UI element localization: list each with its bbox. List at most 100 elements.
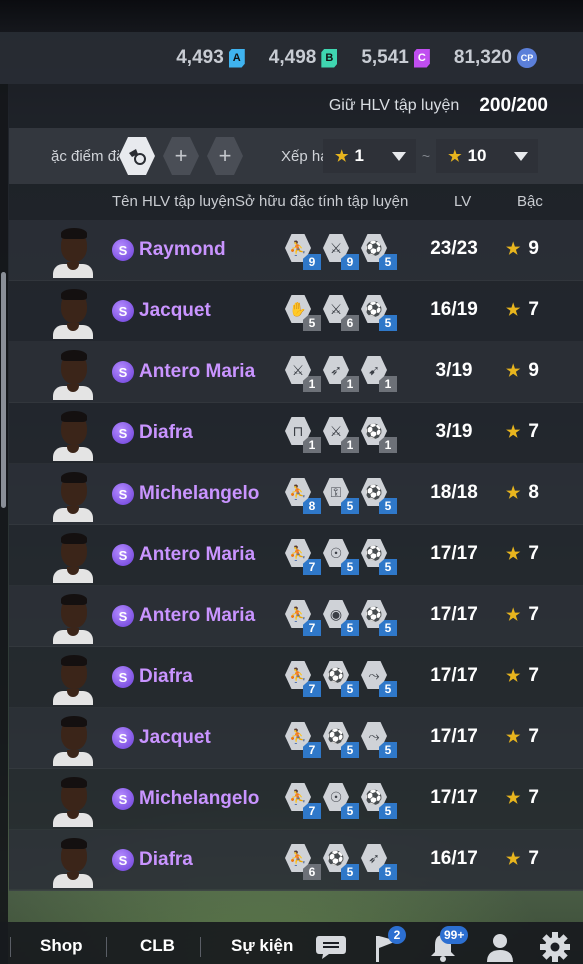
trait-list: ⛹ 9 ⚔ 9 ⚽ 5: [285, 234, 397, 270]
rank-value: 9: [528, 238, 539, 259]
trait-list: ⛹ 7 ☉ 5 ⚽ 5: [285, 539, 397, 575]
star-icon: ★: [506, 363, 521, 380]
trainer-row[interactable]: S Raymond ⛹ 9 ⚔ 9 ⚽ 5 23/23 ★ 9: [9, 220, 583, 281]
trait-badge: ⚿ 5: [323, 478, 359, 514]
rank-value: 7: [528, 299, 539, 320]
chevron-down-icon: [514, 151, 529, 161]
star-icon: ★: [506, 851, 521, 868]
nav-events[interactable]: Sự kiện: [231, 936, 293, 956]
trait-badge: ⚔ 1: [285, 356, 321, 392]
currency-item: 81,320 CP: [454, 47, 537, 69]
trainer-rank: ★ 8: [506, 482, 539, 504]
column-rank[interactable]: Bậc: [517, 193, 543, 210]
trainer-row[interactable]: S Jacquet ⛹ 7 ⚽ 5 ⤳ 5 17/17 ★ 7: [9, 708, 583, 769]
trait-level: 6: [341, 315, 359, 331]
chat-icon[interactable]: [314, 930, 348, 964]
trait-badge: ➹ 1: [361, 356, 397, 392]
column-name[interactable]: Tên HLV tập luyện: [112, 193, 235, 210]
trait-list: ⛹ 8 ⚿ 5 ⚽ 5: [285, 478, 397, 514]
trait-level: 7: [303, 742, 321, 758]
trait-badge: ⊓ 1: [285, 417, 321, 453]
rank-value: 7: [528, 665, 539, 686]
trainer-row[interactable]: S Diafra ⛹ 7 ⚽ 5 ⤳ 5 17/17 ★ 7: [9, 647, 583, 708]
trainer-level: 17/17: [430, 604, 478, 625]
star-icon: ★: [506, 485, 521, 502]
column-traits[interactable]: Sở hữu đặc tính tập luyện: [235, 193, 408, 210]
trainer-row[interactable]: S Diafra ⊓ 1 ⚔ 1 ⚽ 1 3/19 ★ 7: [9, 403, 583, 464]
trainer-row[interactable]: S Diafra ⛹ 6 ⚽ 5 ➶ 5 16/17 ★ 7: [9, 830, 583, 891]
add-trait-filter-button-2[interactable]: +: [207, 137, 243, 175]
trait-level: 1: [341, 437, 359, 453]
plus-icon: +: [218, 143, 232, 168]
currency-value: 4,498: [268, 47, 317, 68]
min-rank-dropdown[interactable]: ★ 1: [323, 139, 416, 173]
nav-clb[interactable]: CLB: [140, 936, 175, 956]
season-badge-icon: S: [112, 239, 134, 261]
currency-value: 4,493: [176, 47, 224, 68]
max-rank-dropdown[interactable]: ★ 10: [436, 139, 539, 173]
flag-icon[interactable]: 2: [370, 926, 406, 964]
trainer-name: Antero Maria: [139, 361, 256, 382]
trainer-name: Michelangelo: [139, 788, 260, 809]
trainer-name: Diafra: [139, 849, 193, 870]
trainer-rank: ★ 7: [506, 421, 539, 443]
star-icon: ★: [506, 729, 521, 746]
a-token-icon: A: [228, 48, 245, 68]
star-icon: ★: [506, 790, 521, 807]
trainer-name: Diafra: [139, 422, 193, 443]
trait-badge: ⛹ 7: [285, 783, 321, 819]
currency-value: 5,541: [361, 47, 409, 68]
column-lv[interactable]: LV: [454, 193, 471, 210]
trainer-row[interactable]: S Antero Maria ⛹ 7 ☉ 5 ⚽ 5 17/17 ★ 7: [9, 525, 583, 586]
trait-badge: ⚽ 5: [361, 600, 397, 636]
profile-icon[interactable]: [483, 930, 517, 964]
trait-badge: ⚔ 6: [323, 295, 359, 331]
trainer-level: 3/19: [435, 421, 473, 442]
trainer-row[interactable]: S Michelangelo ⛹ 7 ☉ 5 ⚽ 5 17/17 ★ 7: [9, 769, 583, 830]
cp-coin-icon: CP: [517, 48, 537, 68]
scroll-thumb[interactable]: [1, 272, 6, 508]
nav-shop[interactable]: Shop: [40, 936, 83, 956]
trait-level: 5: [379, 681, 397, 697]
season-badge-icon: S: [112, 300, 134, 322]
avatar: [53, 712, 93, 766]
trait-badge: ⚽ 5: [361, 295, 397, 331]
trainer-level: 17/17: [430, 787, 478, 808]
trait-badge: ⛹ 9: [285, 234, 321, 270]
left-scrollbar[interactable]: [0, 84, 8, 964]
trainer-row[interactable]: S Michelangelo ⛹ 8 ⚿ 5 ⚽ 5 18/18 ★ 8: [9, 464, 583, 525]
trainer-list: S Raymond ⛹ 9 ⚔ 9 ⚽ 5 23/23 ★ 9 S Jacque…: [9, 220, 583, 891]
trait-level: 5: [341, 803, 359, 819]
currency-value: 81,320: [453, 47, 512, 68]
trait-level: 7: [303, 559, 321, 575]
trait-level: 5: [379, 254, 397, 270]
trainer-name: Diafra: [139, 666, 193, 687]
trainer-row[interactable]: S Antero Maria ⛹ 7 ◉ 5 ⚽ 5 17/17 ★ 7: [9, 586, 583, 647]
trainer-level: 17/17: [430, 665, 478, 686]
trainer-name: Jacquet: [139, 300, 211, 321]
trait-badge: ⚽ 5: [323, 844, 359, 880]
trait-level: 5: [379, 559, 397, 575]
trainer-row[interactable]: S Antero Maria ⚔ 1 ➶ 1 ➹ 1 3/19 ★ 9: [9, 342, 583, 403]
currency-bar: 4,493 A 4,498 B 5,541 C 81,320 CP: [0, 32, 583, 84]
limit-label: Giữ HLV tập luyện: [328, 97, 460, 114]
trainer-rank: ★ 7: [506, 604, 539, 626]
star-icon: ★: [506, 424, 521, 441]
settings-gear-icon[interactable]: [538, 930, 572, 964]
star-icon: ★: [448, 148, 462, 165]
avatar: [53, 346, 93, 400]
add-trait-filter-button[interactable]: +: [163, 137, 199, 175]
bell-icon[interactable]: 99+: [426, 926, 469, 964]
trait-filter-shoot-button[interactable]: [119, 137, 155, 175]
trainer-rank: ★ 7: [506, 665, 539, 687]
table-header: Tên HLV tập luyện Sở hữu đặc tính tập lu…: [9, 184, 583, 218]
trainer-row[interactable]: S Jacquet ✋ 5 ⚔ 6 ⚽ 5 16/19 ★ 7: [9, 281, 583, 342]
trait-badge: ⛹ 7: [285, 661, 321, 697]
avatar: [53, 651, 93, 705]
trainer-rank: ★ 7: [506, 299, 539, 321]
rank-value: 7: [528, 848, 539, 869]
trainer-level: 16/17: [430, 848, 478, 869]
trait-list: ⛹ 6 ⚽ 5 ➶ 5: [285, 844, 397, 880]
trait-level: 5: [341, 498, 359, 514]
trait-level: 5: [341, 559, 359, 575]
